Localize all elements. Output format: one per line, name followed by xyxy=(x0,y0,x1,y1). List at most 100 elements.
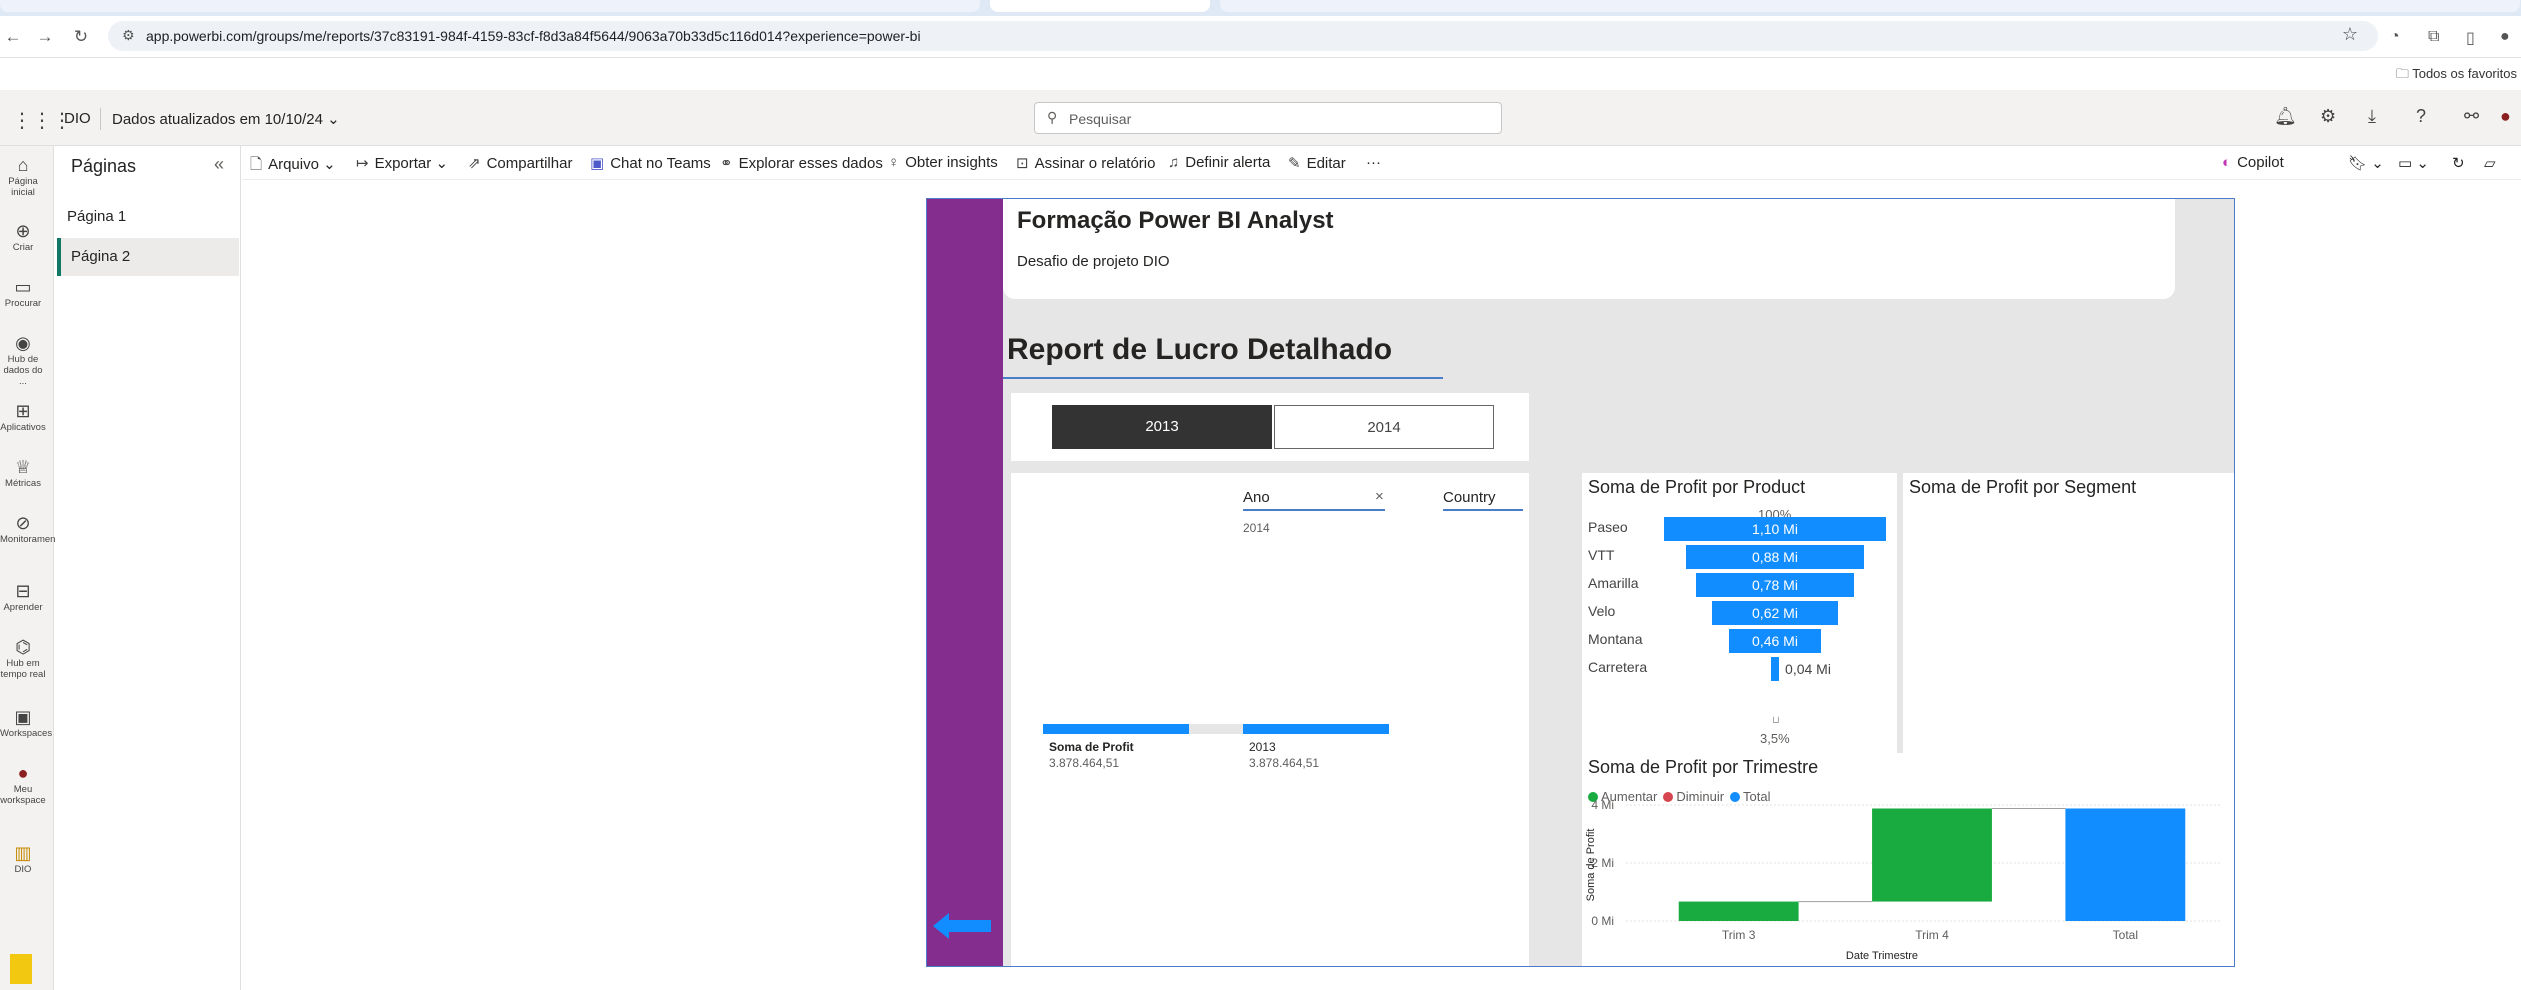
workspace-name[interactable]: DIO xyxy=(64,110,91,127)
treemap-label: Channel P... xyxy=(2141,665,2217,681)
comment-icon[interactable]: ▱ xyxy=(2484,154,2496,172)
treemap-cell-channel-partners[interactable]: Channel P... xyxy=(2137,660,2232,720)
back-icon[interactable]: ← xyxy=(4,28,22,46)
page-item-2[interactable]: Página 2 xyxy=(57,238,239,276)
data-updated-dropdown[interactable]: Dados atualizados em 10/10/24 ⌄ xyxy=(112,110,340,128)
report-canvas: Formação Power BI Analyst Desafio de pro… xyxy=(242,181,2521,990)
funnel-value-label: 0,78 Mi xyxy=(1752,577,1798,593)
set-alert-label: Definir alerta xyxy=(1185,154,1271,171)
rail-item-report[interactable]: ▥ DIO xyxy=(0,842,46,875)
rail-item-data-hub[interactable]: ◉ Hub de dados do ... xyxy=(0,332,46,387)
rail-item-create[interactable]: ⊕ Criar xyxy=(0,220,46,253)
rail-item-home[interactable]: ⌂ Página inicial xyxy=(0,154,46,198)
export-menu[interactable]: ↦ Exportar ⌄ xyxy=(356,154,448,172)
copilot-button[interactable]: ◐ Copilot xyxy=(2222,154,2284,171)
search-input[interactable]: ⚲ Pesquisar xyxy=(1034,102,1502,134)
teams-chat-button[interactable]: ▣ Chat no Teams xyxy=(590,154,711,172)
url-text[interactable]: app.powerbi.com/groups/me/reports/37c831… xyxy=(146,28,921,44)
avatar[interactable]: ● xyxy=(2500,106,2511,127)
settings-icon[interactable]: ⚙ xyxy=(2320,106,2336,127)
ano-value[interactable]: 2014 xyxy=(1243,521,1270,535)
forward-icon[interactable]: → xyxy=(36,28,54,46)
share-icon: ⇗ xyxy=(468,155,481,172)
rail-item-label: Meu workspace xyxy=(0,784,46,806)
download-icon[interactable]: ⤓ xyxy=(2368,106,2376,127)
browser-tab[interactable] xyxy=(1220,0,2520,12)
page-item-1[interactable]: Página 1 xyxy=(57,198,239,236)
explore-data-label: Explorar esses dados xyxy=(738,155,883,172)
bell-icon: ♫ xyxy=(1168,154,1180,171)
share-button[interactable]: ⇗ Compartilhar xyxy=(468,154,572,172)
refresh-icon[interactable]: ↻ xyxy=(2452,154,2465,172)
bookmark-folder[interactable]: 🗀 Todos os favoritos xyxy=(2396,65,2517,87)
rail-item-metrics[interactable]: ♕ Métricas xyxy=(0,456,46,489)
browser-tab-active[interactable] xyxy=(990,0,1210,12)
back-arrow-icon[interactable] xyxy=(933,911,991,941)
funnel-category-label: Amarilla xyxy=(1588,575,1639,591)
puzzle-icon[interactable]: ⧉ xyxy=(2428,28,2439,46)
rail-item-realtime-hub[interactable]: ⌬ Hub em tempo real xyxy=(0,636,46,680)
treemap-cell-government[interactable]: Government xyxy=(1907,503,2135,752)
rail-item-workspaces[interactable]: ▣ Workspaces xyxy=(0,706,52,739)
side-band xyxy=(927,199,1003,966)
app-launcher-icon[interactable]: ⋮⋮⋮ xyxy=(12,108,72,133)
explore-icon: ⚭ xyxy=(720,155,733,172)
close-icon[interactable]: × xyxy=(1375,488,1384,505)
year-2013-bar[interactable] xyxy=(1243,724,1389,734)
year-2013-label: 2013 xyxy=(1249,740,1276,754)
year-button-2013[interactable]: 2013 xyxy=(1052,405,1272,449)
treemap-cell-small-business[interactable]: Small Busi... xyxy=(2137,503,2232,658)
reload-icon[interactable]: ↻ xyxy=(72,28,90,46)
country-header[interactable]: Country xyxy=(1443,489,1496,506)
edit-button[interactable]: ✎ Editar xyxy=(1288,154,1346,172)
sidebar-icon[interactable]: ▯ xyxy=(2466,28,2475,48)
rail-item-my-workspace[interactable]: ● Meu workspace xyxy=(0,762,46,806)
view-icon[interactable]: ▭ ⌄ xyxy=(2398,154,2429,172)
treemap-cell-midmarket[interactable]: Midmarket xyxy=(2137,722,2232,752)
url-field[interactable]: ⚙ app.powerbi.com/groups/me/reports/37c8… xyxy=(108,21,2378,51)
rail-item-browse[interactable]: ▭ Procurar xyxy=(0,276,46,309)
heading-underline xyxy=(1003,377,1443,379)
year-button-2014[interactable]: 2014 xyxy=(1274,405,1494,449)
set-alert-button[interactable]: ♫ Definir alerta xyxy=(1168,154,1270,171)
pages-title: Páginas xyxy=(71,156,137,176)
funnel-category-label: Montana xyxy=(1588,631,1643,647)
ano-header[interactable]: Ano xyxy=(1243,489,1270,506)
monitor-icon: ⊘ xyxy=(15,513,31,533)
funnel-category-label: Carretera xyxy=(1588,659,1648,675)
bookmark-icon[interactable]: 🔖︎ ⌄ xyxy=(2348,154,2384,172)
extension-icon[interactable]: ◔ xyxy=(2390,28,2400,46)
site-info-icon[interactable]: ⚙ xyxy=(122,27,135,44)
rail-item-monitor[interactable]: ⊘ Monitoramento xyxy=(0,512,63,545)
collapse-pane-icon[interactable]: « xyxy=(214,154,224,175)
browser-tab[interactable] xyxy=(0,0,980,12)
waterfall-bar[interactable] xyxy=(2065,808,2186,921)
funnel-bar[interactable] xyxy=(1770,657,1780,681)
get-insights-button[interactable]: ♀ Obter insights xyxy=(888,154,998,171)
funnel-value-label: 1,10 Mi xyxy=(1752,521,1798,537)
profile-icon[interactable]: ● xyxy=(2500,28,2510,46)
file-menu[interactable]: 🗋 Arquivo ⌄ xyxy=(250,154,336,179)
copilot-label: Copilot xyxy=(2237,154,2284,171)
bookmark-star-icon[interactable]: ☆ xyxy=(2342,24,2358,45)
rail-item-apps[interactable]: ⊞ Aplicativos xyxy=(0,400,46,433)
waterfall-bar[interactable] xyxy=(1872,808,1992,902)
rail-item-label: Procurar xyxy=(4,298,42,309)
waterfall-bar[interactable] xyxy=(1678,901,1799,921)
file-icon: 🗋 xyxy=(250,156,263,173)
x-axis-label: Date Trimestre xyxy=(1846,950,1918,962)
workspaces-icon: ▣ xyxy=(14,707,32,727)
subscribe-button[interactable]: ⊡ Assinar o relatório xyxy=(1016,154,1155,172)
bookmarks-bar: 🗀 Todos os favoritos xyxy=(0,58,2521,90)
powerbi-logo[interactable] xyxy=(10,954,32,984)
rail-item-learn[interactable]: ⊟ Aprender xyxy=(0,580,46,613)
more-options-icon[interactable]: ··· xyxy=(1366,154,1381,171)
profit-bar[interactable] xyxy=(1043,724,1189,734)
rail-item-label: Hub de dados do ... xyxy=(3,354,43,387)
apps-icon: ⊞ xyxy=(15,401,31,421)
help-icon[interactable]: ? xyxy=(2416,106,2426,127)
explore-data-button[interactable]: ⚭ Explorar esses dados xyxy=(720,154,883,172)
notifications-icon[interactable]: 🔔︎ xyxy=(2274,106,2297,127)
rail-item-label: Página inicial xyxy=(8,176,38,198)
share-icon[interactable]: ⚯ xyxy=(2464,106,2479,127)
